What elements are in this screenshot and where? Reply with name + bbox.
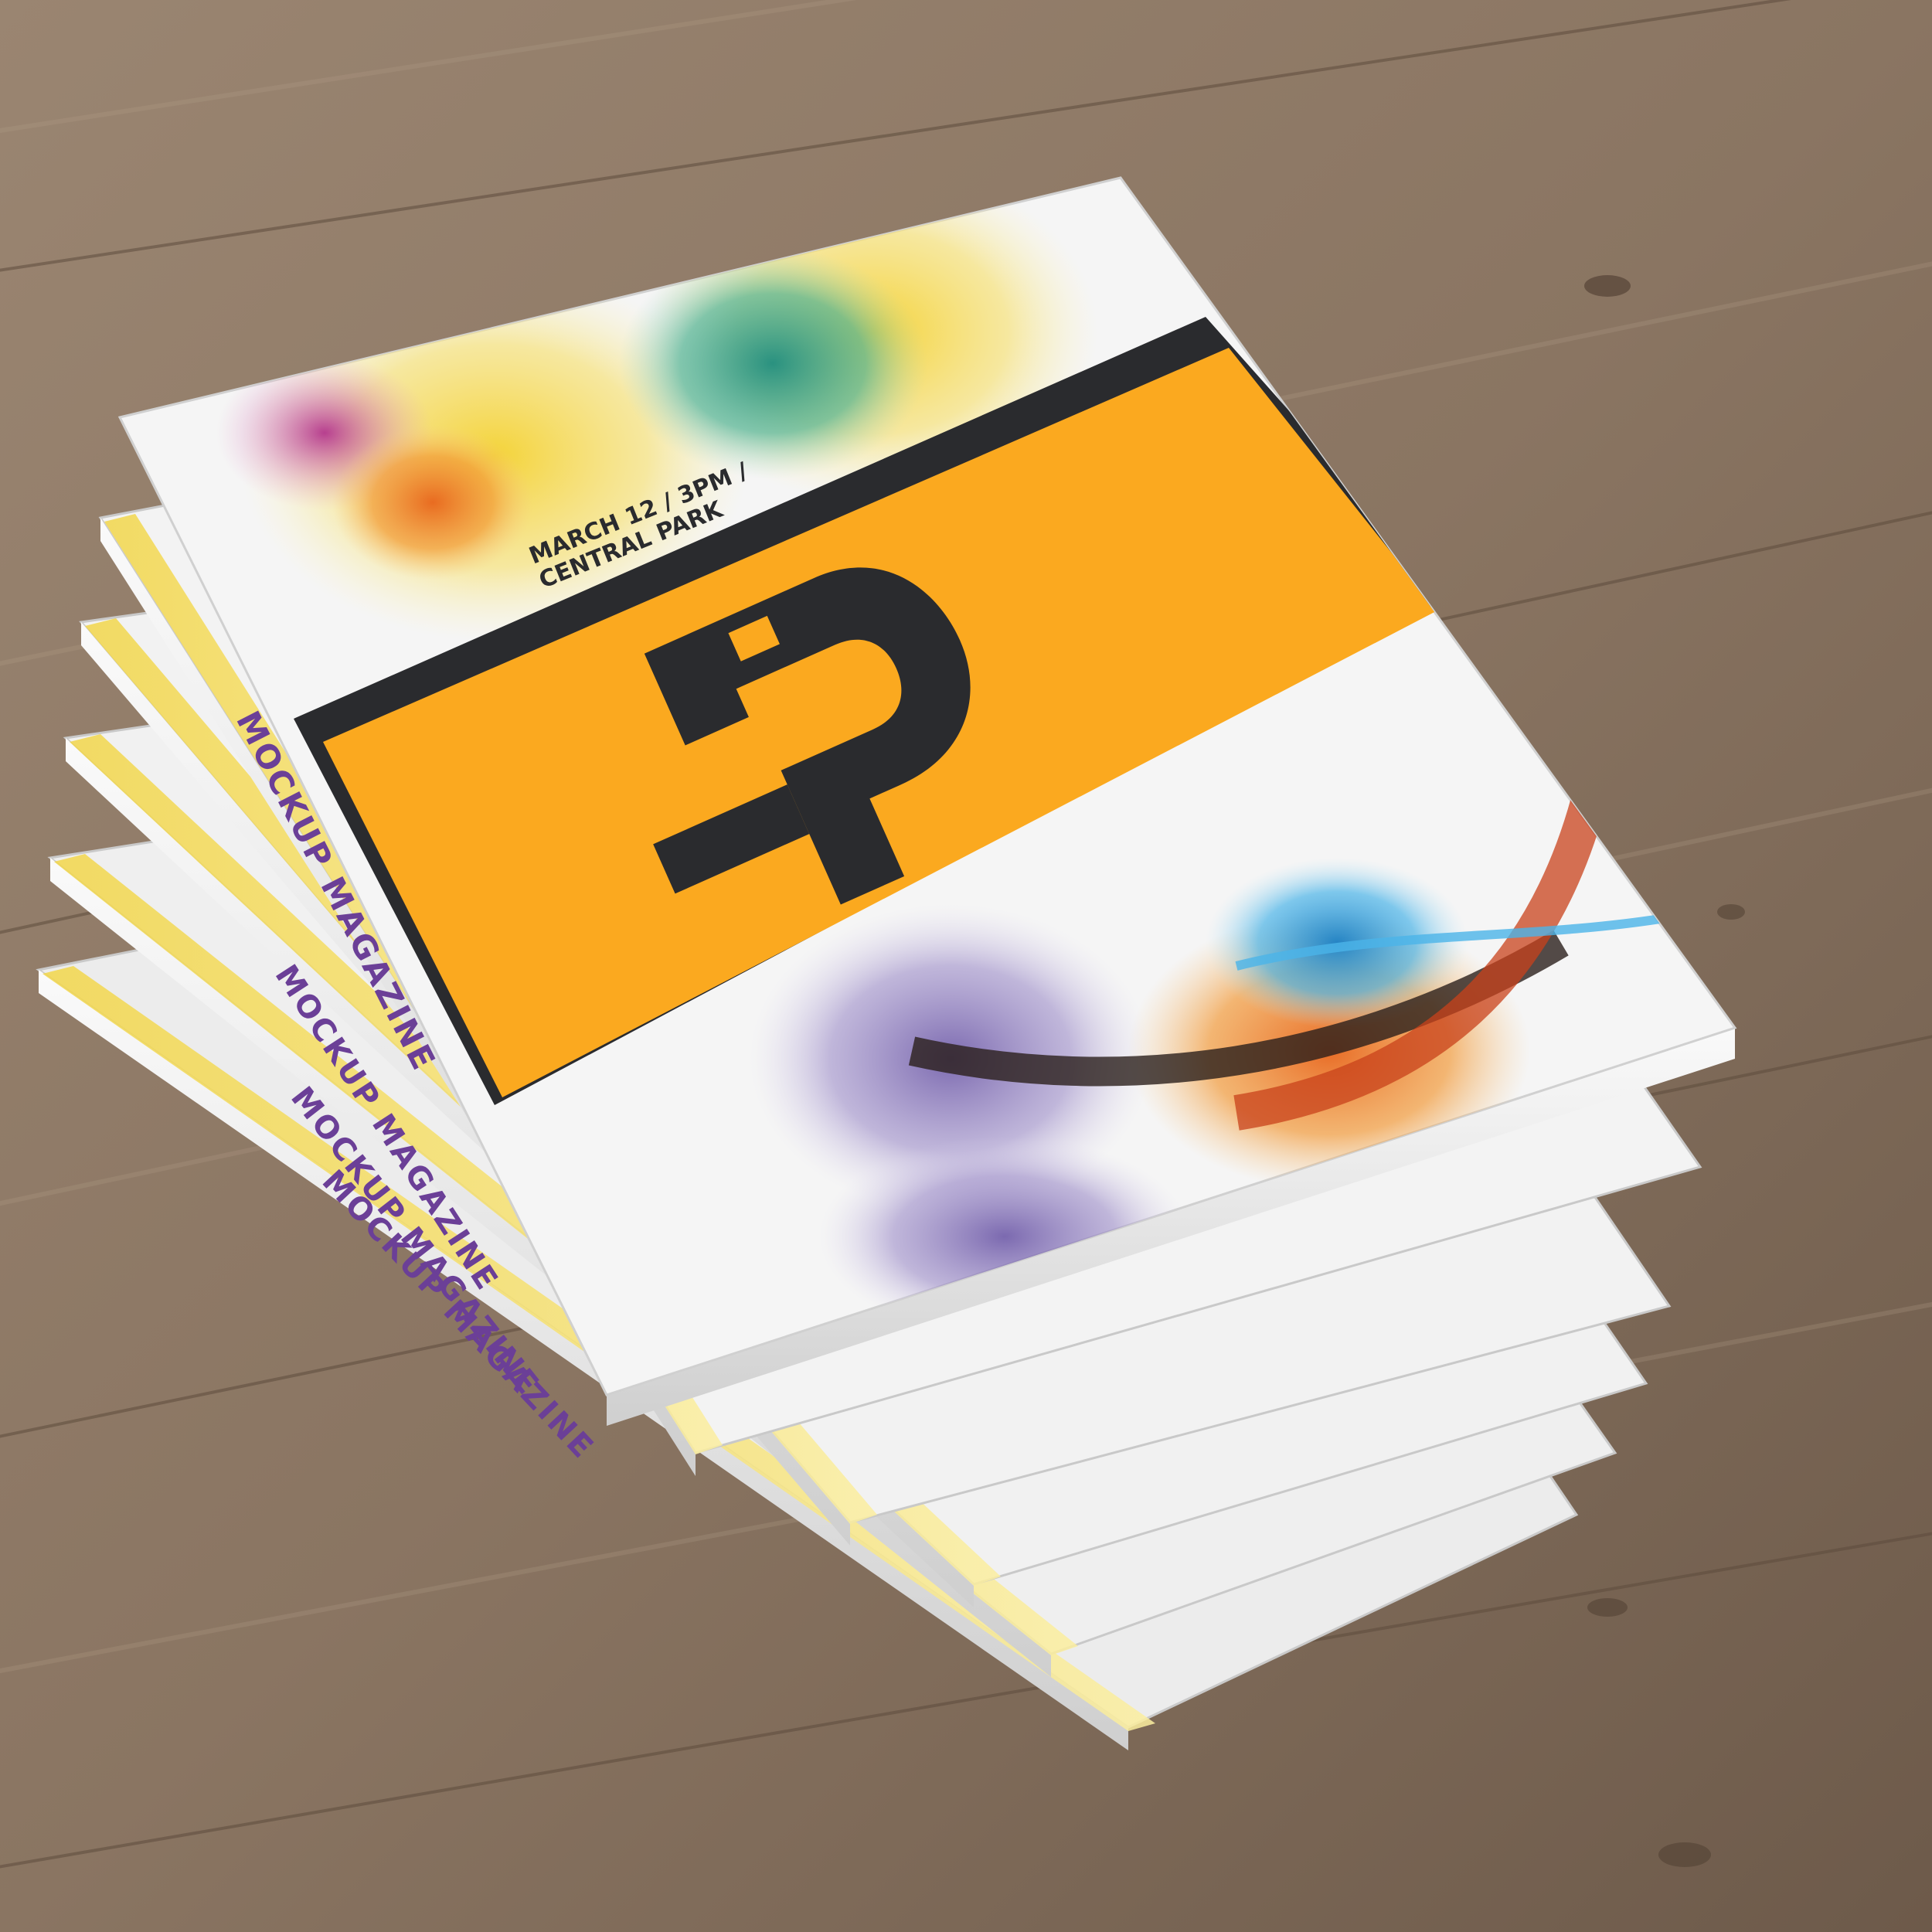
magazine-stack-photo: MOCKUP MAGAZINE MOCKUP MAGAZINE MOCKUP M…: [0, 0, 1932, 1932]
